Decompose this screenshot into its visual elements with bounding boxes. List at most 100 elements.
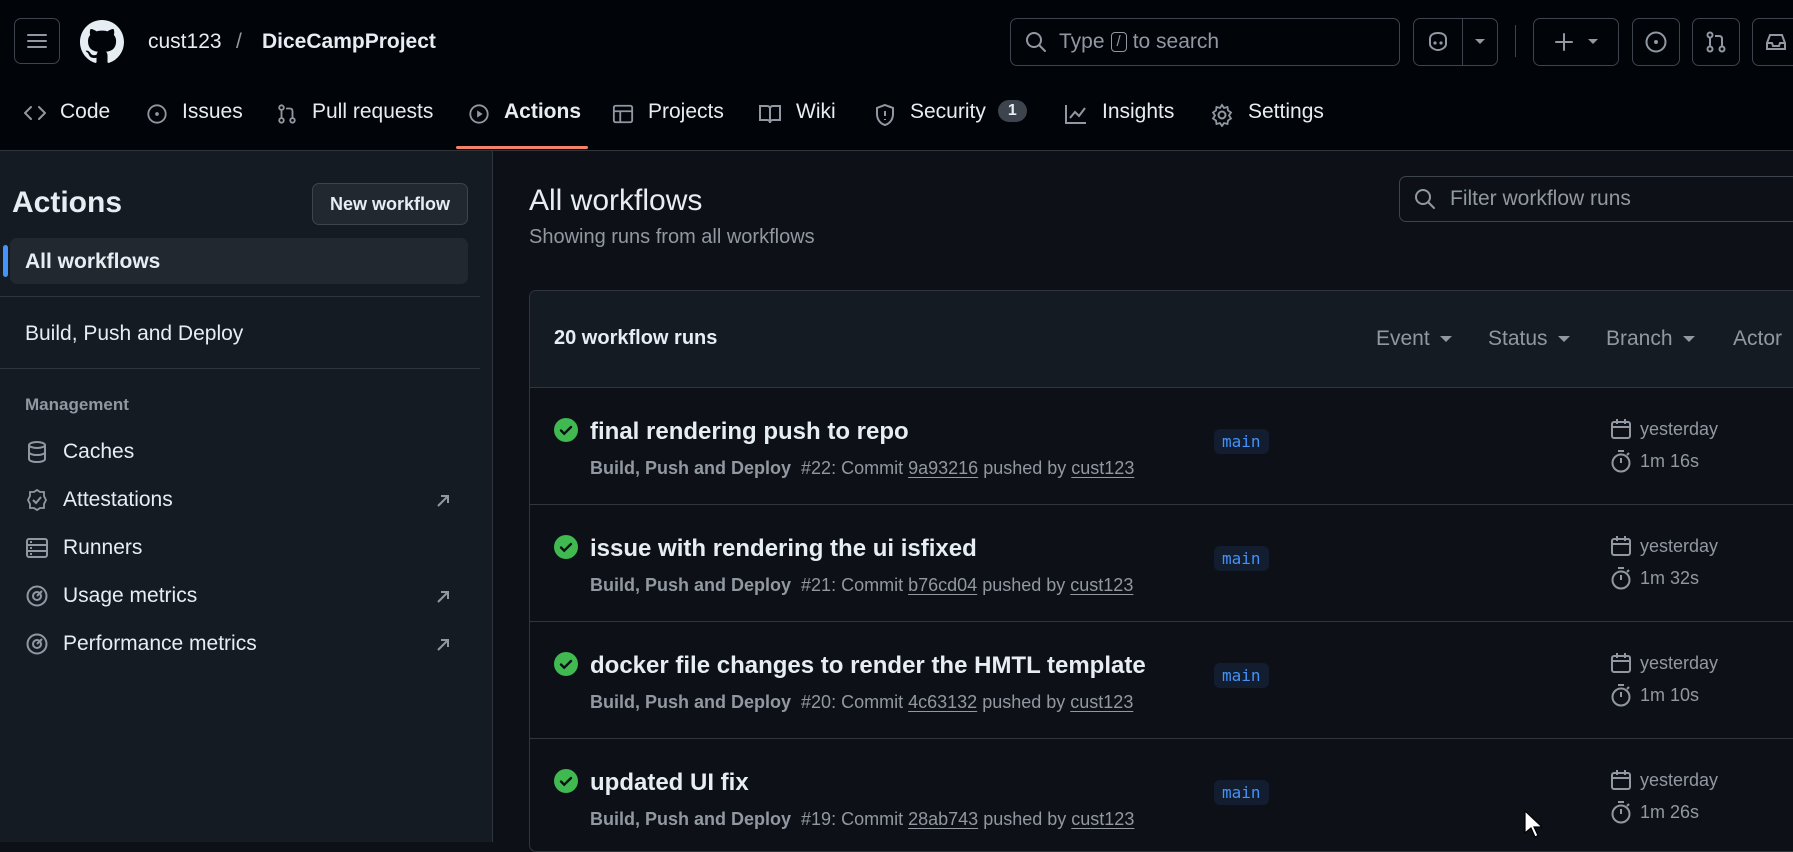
pull-request-icon (1706, 31, 1726, 53)
global-header: cust123 / DiceCampProject Type / to sear… (0, 0, 1793, 151)
search-input[interactable]: Type / to search (1010, 18, 1400, 66)
workflow-run-row[interactable]: docker file changes to render the HMTL t… (530, 622, 1793, 739)
sidebar-item-attestations[interactable]: Attestations (25, 488, 173, 512)
filter-label: Event (1376, 327, 1430, 350)
pushed-by-label: pushed by (983, 809, 1067, 829)
user-link[interactable]: cust123 (1071, 458, 1134, 478)
search-icon (1026, 32, 1046, 52)
run-number: #19 (801, 809, 832, 829)
branch-label[interactable]: main (1214, 429, 1269, 454)
stopwatch-icon (1611, 684, 1631, 707)
runs-list-header: 20 workflow runs Event Status Branch Act… (530, 291, 1793, 388)
tab-projects[interactable]: Projects (612, 100, 724, 150)
tab-settings[interactable]: Settings (1210, 100, 1324, 150)
branch-filter[interactable]: Branch (1606, 327, 1695, 351)
tab-actions[interactable]: Actions (468, 100, 581, 150)
github-mark-icon (80, 20, 124, 63)
selected-indicator (3, 245, 8, 277)
pull-requests-button[interactable] (1692, 18, 1740, 66)
commit-sha-link[interactable]: 9a93216 (908, 458, 978, 478)
inbox-button[interactable] (1752, 18, 1793, 66)
github-logo[interactable] (80, 20, 124, 64)
sidebar-item-caches[interactable]: Caches (25, 440, 134, 464)
run-title[interactable]: docker file changes to render the HMTL t… (590, 652, 1146, 680)
run-number: #21 (801, 575, 832, 595)
filter-workflow-runs-input[interactable]: Filter workflow runs (1399, 176, 1793, 222)
menu-button[interactable] (14, 18, 60, 64)
commit-sha-link[interactable]: b76cd04 (908, 575, 977, 595)
table-icon (612, 104, 634, 124)
tab-security[interactable]: Security 1 (874, 100, 1027, 150)
sidebar-item-performance-metrics[interactable]: Performance metrics (25, 632, 257, 656)
run-meta: Build, Push and Deploy #19: Commit 28ab7… (590, 809, 1134, 830)
run-duration: 1m 10s (1610, 683, 1699, 707)
tab-wiki[interactable]: Wiki (758, 100, 836, 150)
tab-label: Insights (1102, 100, 1175, 123)
new-workflow-button[interactable]: New workflow (312, 183, 468, 225)
copilot-button[interactable] (1413, 18, 1463, 66)
branch-label[interactable]: main (1214, 663, 1269, 688)
user-link[interactable]: cust123 (1070, 692, 1133, 712)
sidebar-item-label: Attestations (63, 488, 173, 511)
pushed-by-label: pushed by (982, 575, 1066, 595)
create-new-button[interactable] (1533, 18, 1619, 66)
play-icon (469, 104, 489, 124)
breadcrumb-repo[interactable]: DiceCampProject (262, 30, 436, 54)
user-link[interactable]: cust123 (1070, 575, 1133, 595)
branch-label[interactable]: main (1214, 546, 1269, 571)
sidebar-divider (0, 368, 480, 369)
tab-pull-requests[interactable]: Pull requests (276, 100, 433, 150)
workflow-run-row[interactable]: updated UI fix Build, Push and Deploy #1… (530, 739, 1793, 851)
branch-label[interactable]: main (1214, 780, 1269, 805)
run-meta: Build, Push and Deploy #22: Commit 9a932… (590, 458, 1134, 479)
run-number: #20 (801, 692, 832, 712)
success-check-icon (554, 418, 578, 442)
run-duration-value: 1m 16s (1640, 450, 1700, 471)
sidebar-item-all-workflows[interactable]: All workflows (3, 238, 468, 284)
calendar-icon (1611, 653, 1631, 673)
run-meta: Build, Push and Deploy #21: Commit b76cd… (590, 575, 1133, 596)
calendar-icon (1611, 419, 1631, 439)
meter-icon (26, 633, 48, 655)
run-title[interactable]: updated UI fix (590, 769, 749, 797)
commit-label: : Commit (831, 692, 904, 712)
sidebar-item-label: Runners (63, 536, 143, 559)
workflow-run-row[interactable]: issue with rendering the ui isfixed Buil… (530, 505, 1793, 622)
sidebar-item-usage-metrics[interactable]: Usage metrics (25, 584, 197, 608)
sidebar-item-label: Performance metrics (63, 632, 257, 655)
run-title[interactable]: issue with rendering the ui isfixed (590, 535, 977, 563)
page-subtitle: Showing runs from all workflows (529, 226, 815, 248)
sidebar-item-runners[interactable]: Runners (25, 536, 142, 560)
workflow-run-row[interactable]: final rendering push to repo Build, Push… (530, 388, 1793, 505)
inbox-icon (1766, 34, 1786, 50)
run-workflow: Build, Push and Deploy (590, 692, 792, 712)
user-link[interactable]: cust123 (1071, 809, 1134, 829)
commit-sha-link[interactable]: 28ab743 (908, 809, 978, 829)
actor-filter[interactable]: Actor (1733, 327, 1782, 351)
sidebar-divider (0, 296, 480, 297)
database-icon (28, 441, 46, 464)
verified-icon (26, 488, 48, 512)
commit-label: : Commit (831, 458, 904, 478)
commit-sha-link[interactable]: 4c63132 (908, 692, 977, 712)
success-check-icon (554, 535, 578, 559)
run-title[interactable]: final rendering push to repo (590, 418, 909, 446)
issue-icon (147, 104, 167, 124)
sidebar-item-label: Build, Push and Deploy (25, 322, 244, 345)
status-filter[interactable]: Status (1488, 327, 1570, 351)
copilot-menu-button[interactable] (1462, 18, 1498, 66)
filter-label: Actor (1733, 327, 1783, 350)
sidebar-item-workflow[interactable]: Build, Push and Deploy (25, 322, 243, 346)
graph-icon (1065, 105, 1086, 124)
event-filter[interactable]: Event (1376, 327, 1452, 351)
run-when: yesterday (1640, 652, 1719, 673)
tab-issues[interactable]: Issues (146, 100, 243, 150)
pushed-by-label: pushed by (983, 458, 1067, 478)
tab-code[interactable]: Code (24, 100, 110, 150)
run-duration: 1m 32s (1610, 566, 1699, 590)
issues-button[interactable] (1632, 18, 1680, 66)
copilot-icon (1429, 31, 1447, 52)
breadcrumb-owner[interactable]: cust123 (148, 30, 222, 54)
tab-insights[interactable]: Insights (1064, 100, 1174, 150)
workflow-runs-list: 20 workflow runs Event Status Branch Act… (529, 290, 1793, 852)
